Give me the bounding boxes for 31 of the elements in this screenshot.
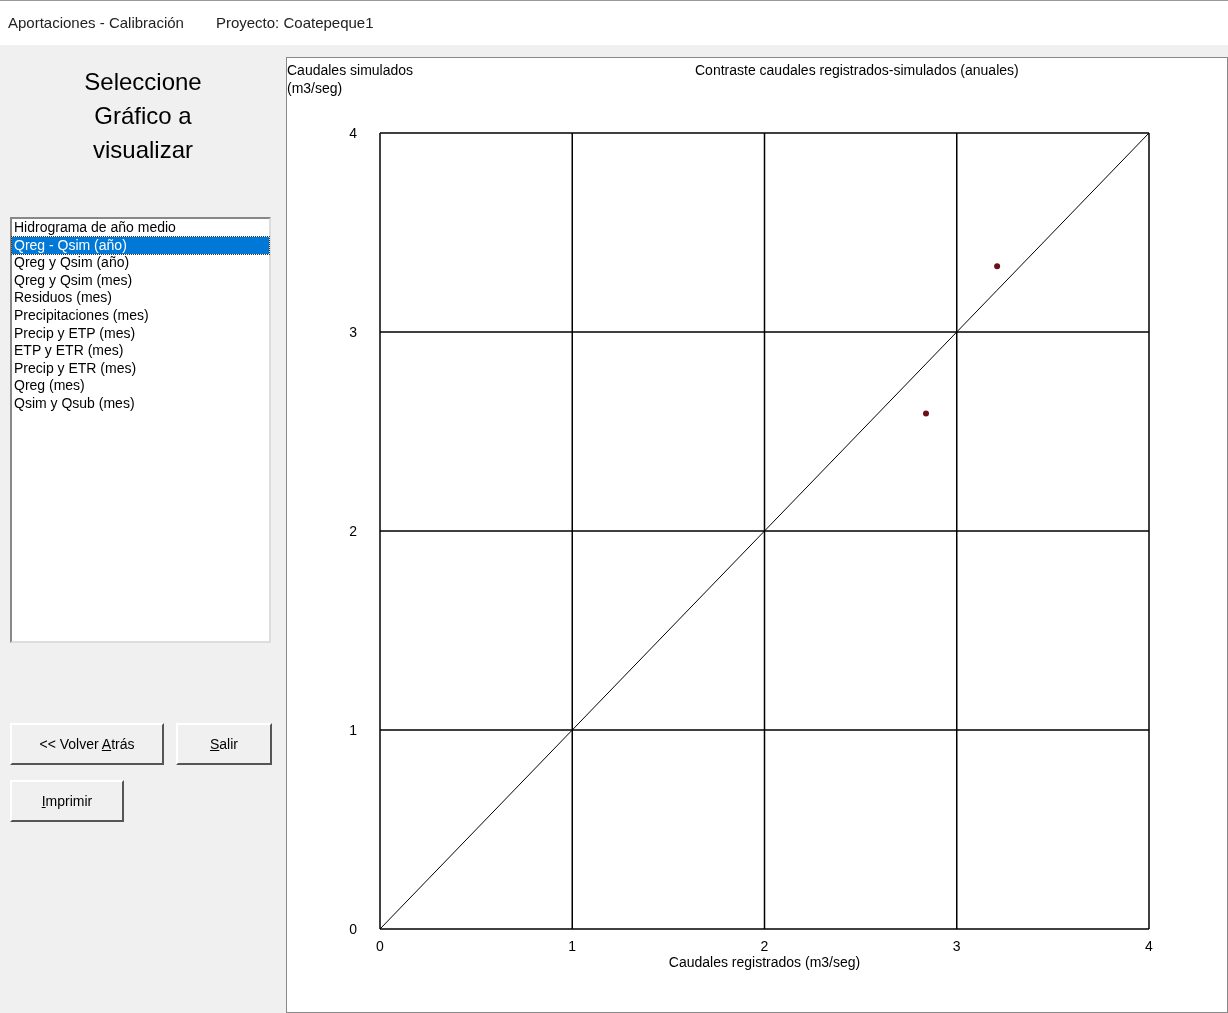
list-item[interactable]: Qsim y Qsub (mes) bbox=[12, 394, 269, 413]
y-tick-label: 3 bbox=[349, 324, 357, 340]
sidebar-heading: Seleccione Gráfico a visualizar bbox=[83, 67, 203, 165]
y-tick-label: 2 bbox=[349, 523, 357, 539]
chart-list[interactable]: Hidrograma de año medio Qreg - Qsim (año) Qreg y Qsim (año) Qreg y Qsim (mes) Residuos (mes) Precipitaciones (mes) Precip y ETP (mes) ETP y ETR (mes) Precip y ETR (mes) Qreg (mes) Qsim y Qsub (mes) bbox=[10, 217, 271, 643]
list-item[interactable]: Qreg - Qsim (año) bbox=[12, 236, 269, 255]
list-item[interactable]: ETP y ETR (mes) bbox=[12, 342, 269, 360]
list-item[interactable]: Qreg (mes) bbox=[12, 377, 269, 395]
list-item[interactable]: Residuos (mes) bbox=[12, 289, 269, 307]
x-tick-label: 4 bbox=[1145, 938, 1153, 954]
x-tick-label: 0 bbox=[376, 938, 384, 954]
list-item[interactable]: Precip y ETR (mes) bbox=[12, 359, 269, 378]
x-tick-label: 3 bbox=[952, 938, 961, 954]
chart-title: Contraste caudales registrados-simulados (anuales) bbox=[695, 62, 1019, 78]
project-title: Proyecto: Coatepeque1 bbox=[215, 12, 374, 33]
list-item[interactable]: Precipitaciones (mes) bbox=[12, 306, 269, 325]
list-item[interactable]: Precip y ETP (mes) bbox=[12, 324, 269, 343]
list-item[interactable]: Hidrograma de año medio bbox=[12, 219, 269, 237]
button[interactable]: << Volver Atrás bbox=[10, 723, 164, 765]
x-tick-label: 1 bbox=[568, 938, 577, 954]
y-tick-label: 1 bbox=[349, 722, 357, 738]
y-tick-label: 4 bbox=[349, 125, 357, 141]
module-title: Aportaciones - Calibración bbox=[8, 12, 184, 33]
list-item[interactable]: Qreg y Qsim (mes) bbox=[12, 271, 269, 290]
list-item[interactable]: Qreg y Qsim (año) bbox=[12, 254, 269, 272]
button[interactable]: Salir bbox=[176, 723, 272, 765]
y-axis-label: Caudales simulados (m3/seg) bbox=[287, 62, 414, 96]
y-tick-label: 0 bbox=[349, 921, 357, 937]
x-tick-label: 2 bbox=[760, 938, 769, 954]
x-axis-label: Caudales registrados (m3/seg) bbox=[668, 954, 861, 970]
button[interactable]: Imprimir bbox=[10, 780, 124, 822]
